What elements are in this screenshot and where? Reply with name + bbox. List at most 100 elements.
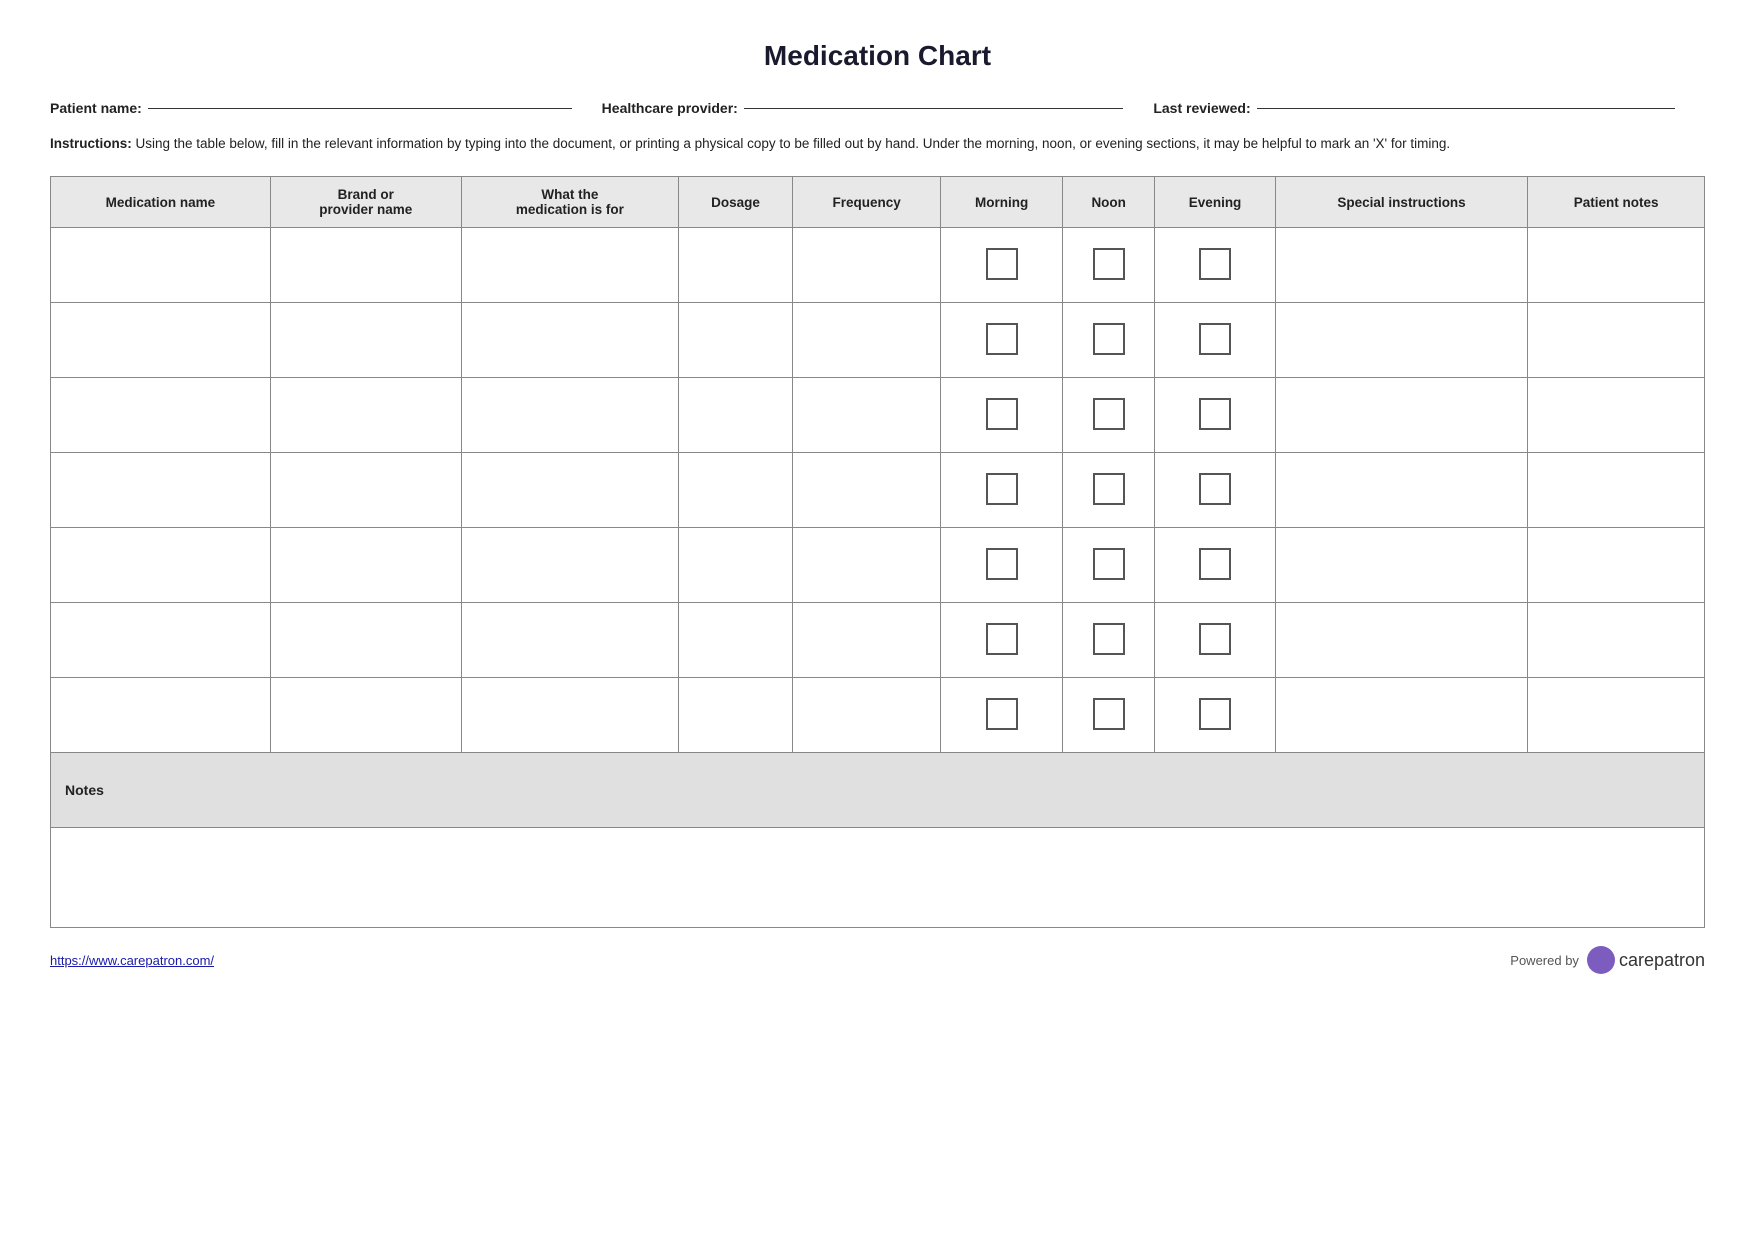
- cell-morning-6[interactable]: [941, 603, 1063, 678]
- cell-special-1[interactable]: [1275, 228, 1527, 303]
- cell-frequency-2[interactable]: [793, 303, 941, 378]
- cell-evening-3[interactable]: [1155, 378, 1276, 453]
- cell-patient-notes-7[interactable]: [1528, 678, 1705, 753]
- cell-morning-7[interactable]: [941, 678, 1063, 753]
- notes-content-cell[interactable]: [51, 828, 1705, 928]
- cell-medication-name-7[interactable]: [51, 678, 271, 753]
- cell-noon-4[interactable]: [1063, 453, 1155, 528]
- cell-evening-1[interactable]: [1155, 228, 1276, 303]
- cell-special-4[interactable]: [1275, 453, 1527, 528]
- cell-special-3[interactable]: [1275, 378, 1527, 453]
- cell-brand-name-6[interactable]: [270, 603, 461, 678]
- cell-medication-name-4[interactable]: [51, 453, 271, 528]
- cell-noon-6[interactable]: [1063, 603, 1155, 678]
- cell-evening-7[interactable]: [1155, 678, 1276, 753]
- cell-what-for-3[interactable]: [461, 378, 678, 453]
- cell-what-for-4[interactable]: [461, 453, 678, 528]
- morning-checkbox-7[interactable]: [986, 698, 1018, 730]
- noon-checkbox-3[interactable]: [1093, 398, 1125, 430]
- evening-checkbox-5[interactable]: [1199, 548, 1231, 580]
- cell-frequency-1[interactable]: [793, 228, 941, 303]
- cell-what-for-7[interactable]: [461, 678, 678, 753]
- cell-morning-4[interactable]: [941, 453, 1063, 528]
- cell-special-5[interactable]: [1275, 528, 1527, 603]
- noon-checkbox-6[interactable]: [1093, 623, 1125, 655]
- footer-link[interactable]: https://www.carepatron.com/: [50, 953, 214, 968]
- cell-medication-name-5[interactable]: [51, 528, 271, 603]
- cell-patient-notes-3[interactable]: [1528, 378, 1705, 453]
- cell-noon-1[interactable]: [1063, 228, 1155, 303]
- cell-brand-name-3[interactable]: [270, 378, 461, 453]
- medication-table: Medication name Brand orprovider name Wh…: [50, 176, 1705, 928]
- cell-what-for-1[interactable]: [461, 228, 678, 303]
- cell-brand-name-5[interactable]: [270, 528, 461, 603]
- col-noon: Noon: [1063, 177, 1155, 228]
- cell-dosage-5[interactable]: [678, 528, 792, 603]
- cell-frequency-3[interactable]: [793, 378, 941, 453]
- brand-name: carepatron: [1619, 950, 1705, 971]
- cell-what-for-5[interactable]: [461, 528, 678, 603]
- cell-frequency-6[interactable]: [793, 603, 941, 678]
- noon-checkbox-1[interactable]: [1093, 248, 1125, 280]
- cell-patient-notes-1[interactable]: [1528, 228, 1705, 303]
- cell-evening-6[interactable]: [1155, 603, 1276, 678]
- cell-evening-5[interactable]: [1155, 528, 1276, 603]
- cell-medication-name-3[interactable]: [51, 378, 271, 453]
- cell-patient-notes-5[interactable]: [1528, 528, 1705, 603]
- evening-checkbox-7[interactable]: [1199, 698, 1231, 730]
- table-row: [51, 228, 1705, 303]
- morning-checkbox-2[interactable]: [986, 323, 1018, 355]
- cell-brand-name-1[interactable]: [270, 228, 461, 303]
- morning-checkbox-5[interactable]: [986, 548, 1018, 580]
- patient-name-label: Patient name:: [50, 100, 142, 116]
- cell-noon-2[interactable]: [1063, 303, 1155, 378]
- cell-medication-name-2[interactable]: [51, 303, 271, 378]
- cell-brand-name-4[interactable]: [270, 453, 461, 528]
- cell-medication-name-1[interactable]: [51, 228, 271, 303]
- cell-special-7[interactable]: [1275, 678, 1527, 753]
- cell-brand-name-2[interactable]: [270, 303, 461, 378]
- cell-brand-name-7[interactable]: [270, 678, 461, 753]
- cell-evening-4[interactable]: [1155, 453, 1276, 528]
- cell-frequency-4[interactable]: [793, 453, 941, 528]
- morning-checkbox-6[interactable]: [986, 623, 1018, 655]
- cell-noon-5[interactable]: [1063, 528, 1155, 603]
- evening-checkbox-6[interactable]: [1199, 623, 1231, 655]
- noon-checkbox-4[interactable]: [1093, 473, 1125, 505]
- cell-noon-3[interactable]: [1063, 378, 1155, 453]
- cell-what-for-6[interactable]: [461, 603, 678, 678]
- morning-checkbox-3[interactable]: [986, 398, 1018, 430]
- col-dosage: Dosage: [678, 177, 792, 228]
- evening-checkbox-3[interactable]: [1199, 398, 1231, 430]
- cell-morning-1[interactable]: [941, 228, 1063, 303]
- cell-medication-name-6[interactable]: [51, 603, 271, 678]
- cell-special-6[interactable]: [1275, 603, 1527, 678]
- cell-what-for-2[interactable]: [461, 303, 678, 378]
- cell-frequency-5[interactable]: [793, 528, 941, 603]
- morning-checkbox-4[interactable]: [986, 473, 1018, 505]
- cell-patient-notes-2[interactable]: [1528, 303, 1705, 378]
- cell-morning-2[interactable]: [941, 303, 1063, 378]
- cell-dosage-3[interactable]: [678, 378, 792, 453]
- cell-frequency-7[interactable]: [793, 678, 941, 753]
- table-row: [51, 453, 1705, 528]
- cell-patient-notes-4[interactable]: [1528, 453, 1705, 528]
- cell-morning-5[interactable]: [941, 528, 1063, 603]
- cell-special-2[interactable]: [1275, 303, 1527, 378]
- cell-dosage-2[interactable]: [678, 303, 792, 378]
- morning-checkbox-1[interactable]: [986, 248, 1018, 280]
- cell-noon-7[interactable]: [1063, 678, 1155, 753]
- cell-dosage-7[interactable]: [678, 678, 792, 753]
- noon-checkbox-7[interactable]: [1093, 698, 1125, 730]
- cell-dosage-4[interactable]: [678, 453, 792, 528]
- cell-evening-2[interactable]: [1155, 303, 1276, 378]
- cell-dosage-6[interactable]: [678, 603, 792, 678]
- noon-checkbox-2[interactable]: [1093, 323, 1125, 355]
- evening-checkbox-1[interactable]: [1199, 248, 1231, 280]
- evening-checkbox-4[interactable]: [1199, 473, 1231, 505]
- noon-checkbox-5[interactable]: [1093, 548, 1125, 580]
- cell-patient-notes-6[interactable]: [1528, 603, 1705, 678]
- evening-checkbox-2[interactable]: [1199, 323, 1231, 355]
- cell-dosage-1[interactable]: [678, 228, 792, 303]
- cell-morning-3[interactable]: [941, 378, 1063, 453]
